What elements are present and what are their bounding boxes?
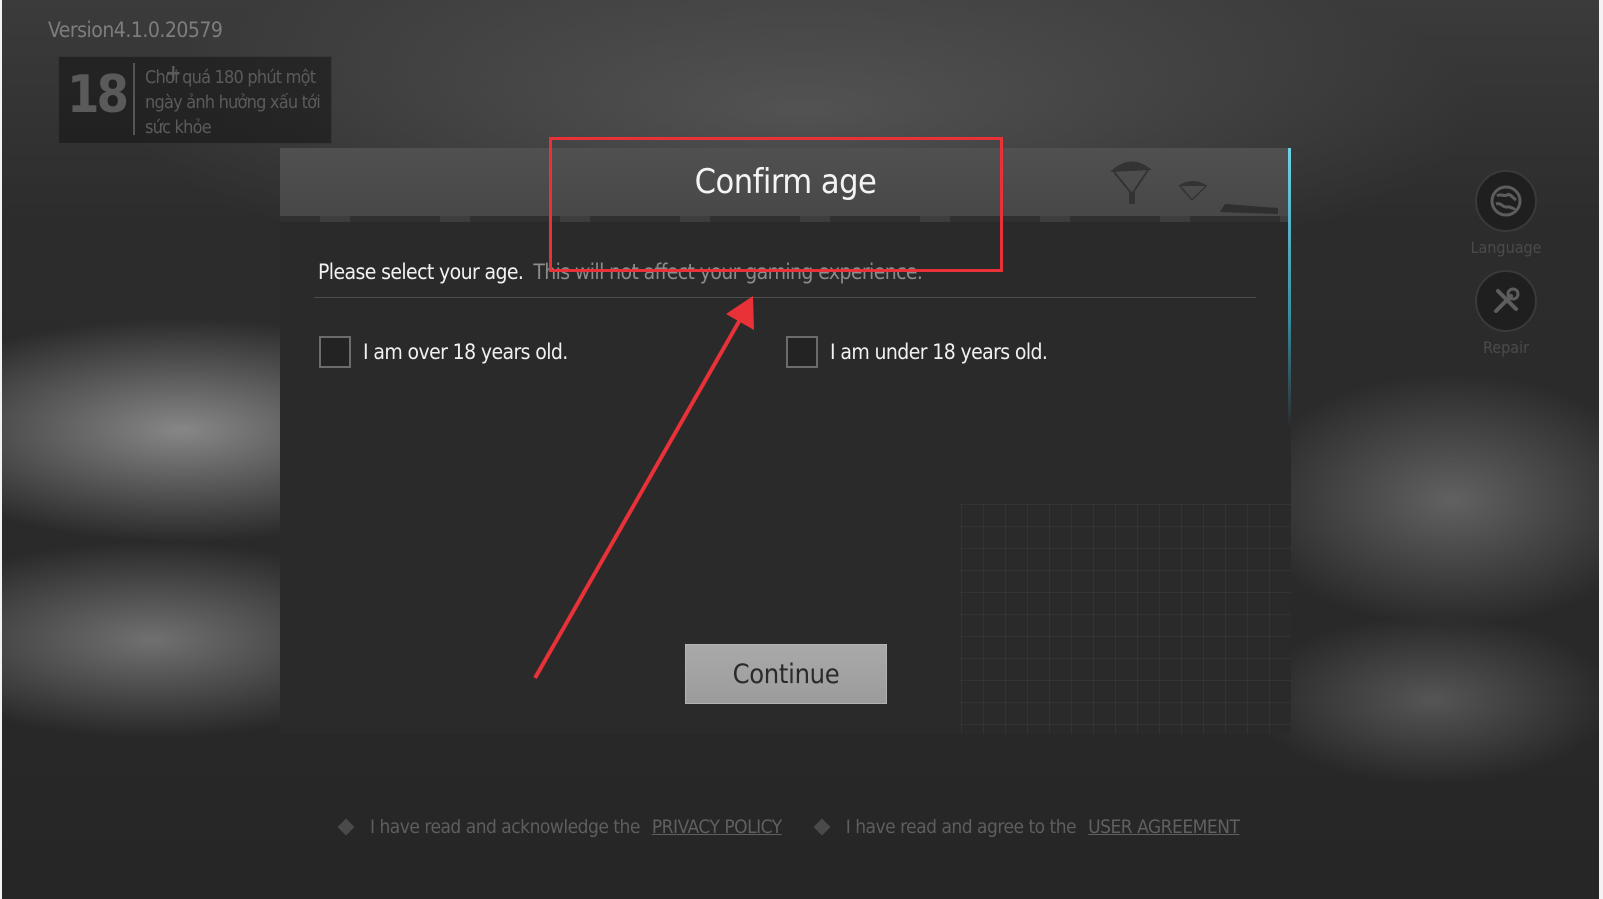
annotation-arrow-icon — [533, 296, 754, 679]
game-screen: Version4.1.0.20579 18 + Chơi quá 180 phú… — [2, 0, 1599, 899]
